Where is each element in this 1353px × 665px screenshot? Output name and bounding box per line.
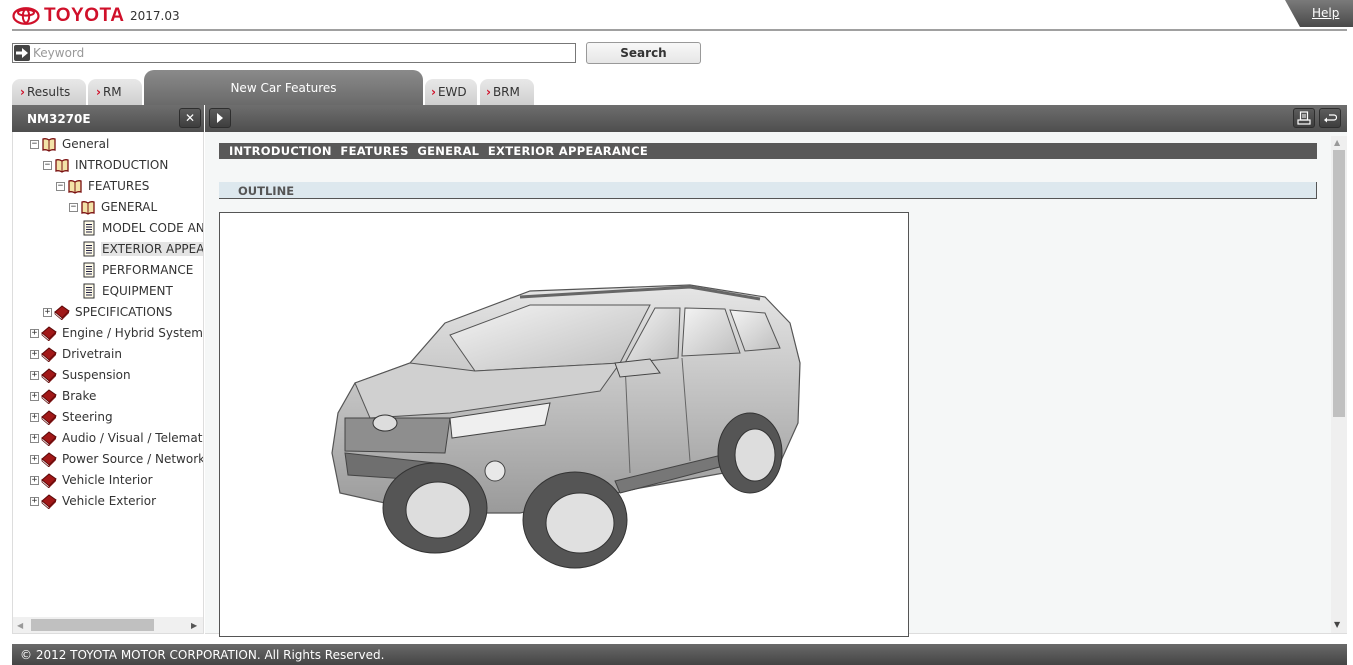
expand-toggle-icon[interactable]: + xyxy=(30,433,39,443)
expand-toggle-icon[interactable]: + xyxy=(43,307,52,317)
content-toolbar xyxy=(205,105,1347,132)
document-icon xyxy=(81,283,97,299)
tree-item-label: General xyxy=(62,137,110,151)
tree-item[interactable]: + Engine / Hybrid System xyxy=(30,324,203,342)
breadcrumb: INTRODUCTION FEATURES GENERAL EXTERIOR A… xyxy=(229,144,648,158)
expand-toggle-icon[interactable]: + xyxy=(30,475,39,485)
search-button[interactable]: Search xyxy=(586,42,701,64)
tree-item-label: Brake xyxy=(62,389,97,403)
tree-item[interactable]: − FEATURES xyxy=(56,177,150,195)
tree-horizontal-scroll-thumb[interactable] xyxy=(31,619,154,631)
tab-label: BRM xyxy=(492,85,520,99)
play-right-icon xyxy=(217,113,223,123)
closed-book-icon xyxy=(54,304,70,321)
tree-item[interactable]: + Steering xyxy=(30,408,114,426)
tree-item[interactable]: + Vehicle Exterior xyxy=(30,492,157,510)
tree-item-label: EXTERIOR APPEAR xyxy=(101,242,203,256)
closed-book-icon xyxy=(41,451,57,468)
help-link[interactable]: Help xyxy=(1312,6,1339,20)
expand-toggle-icon[interactable]: + xyxy=(30,391,39,401)
closed-book-icon xyxy=(41,430,57,447)
tree-item[interactable]: + Power Source / Network xyxy=(30,450,203,468)
tree-item-label: Drivetrain xyxy=(62,347,122,361)
tree-item-label: Vehicle Interior xyxy=(62,473,153,487)
scroll-left-icon[interactable]: ◀ xyxy=(17,621,23,630)
expand-toggle-icon[interactable]: + xyxy=(30,454,39,464)
tree-item[interactable]: + Drivetrain xyxy=(30,345,123,363)
tree-item[interactable]: MODEL CODE AND xyxy=(81,219,203,237)
tree-item-label: SPECIFICATIONS xyxy=(75,305,173,319)
tree-item[interactable]: + Vehicle Interior xyxy=(30,471,154,489)
tree-item[interactable]: EXTERIOR APPEAR xyxy=(81,240,203,258)
closed-book-icon xyxy=(41,493,57,510)
expand-toggle-icon[interactable]: + xyxy=(30,412,39,422)
tree-item[interactable]: + Brake xyxy=(30,387,97,405)
tree-item[interactable]: EQUIPMENT xyxy=(81,282,174,300)
return-button[interactable] xyxy=(1319,108,1341,128)
tree-item-label: MODEL CODE AND xyxy=(102,221,203,235)
tree-item[interactable]: − General xyxy=(30,135,110,153)
chevron-right-icon: › xyxy=(486,85,491,99)
tree-item[interactable]: − GENERAL xyxy=(69,198,158,216)
tree-item-label: EQUIPMENT xyxy=(102,284,173,298)
return-icon xyxy=(1324,114,1337,123)
tree-item[interactable]: PERFORMANCE xyxy=(81,261,194,279)
tree-item-label: Engine / Hybrid System xyxy=(62,326,203,340)
tree-rows: − General − INTRODUCTION − FEATURES − GENERAL MO… xyxy=(0,0,203,615)
header-divider xyxy=(12,29,1347,31)
collapse-toggle-icon[interactable]: − xyxy=(30,139,39,149)
tree-item[interactable]: + Suspension xyxy=(30,366,132,384)
document-icon xyxy=(81,262,97,278)
document-icon xyxy=(81,241,97,257)
tab-label: New Car Features xyxy=(230,81,337,95)
tree-item-label: Power Source / Network xyxy=(62,452,203,466)
tab-brm[interactable]: › BRM xyxy=(480,79,534,105)
tree-item-label: FEATURES xyxy=(88,179,150,193)
suv-illustration xyxy=(331,284,801,569)
closed-book-icon xyxy=(41,346,57,363)
tree-item-label: INTRODUCTION xyxy=(75,158,169,172)
tree-item-label: Suspension xyxy=(62,368,131,382)
tree-item-label: Audio / Visual / Telematic xyxy=(62,431,203,445)
tree-item[interactable]: + SPECIFICATIONS xyxy=(43,303,173,321)
tree-item-label: GENERAL xyxy=(101,200,158,214)
expand-panel-button[interactable] xyxy=(209,108,231,128)
tree-item[interactable]: − INTRODUCTION xyxy=(43,156,169,174)
section-header-bar xyxy=(219,182,1317,199)
tab-ewd[interactable]: › EWD xyxy=(425,79,477,105)
open-book-icon xyxy=(41,136,57,152)
copyright-text: © 2012 TOYOTA MOTOR CORPORATION. All Rig… xyxy=(20,648,385,662)
content-vertical-scroll-thumb[interactable] xyxy=(1333,150,1345,417)
closed-book-icon xyxy=(41,409,57,426)
tree-item-label: PERFORMANCE xyxy=(102,263,194,277)
expand-toggle-icon[interactable]: + xyxy=(30,370,39,380)
tree-item[interactable]: + Audio / Visual / Telematic xyxy=(30,429,203,447)
expand-toggle-icon[interactable]: + xyxy=(30,328,39,338)
section-title: OUTLINE xyxy=(238,184,295,198)
scroll-right-icon[interactable]: ▶ xyxy=(191,621,197,630)
tab-label: EWD xyxy=(437,85,467,99)
open-book-icon xyxy=(54,157,70,173)
chevron-right-icon: › xyxy=(431,85,436,99)
open-book-icon xyxy=(67,178,83,194)
tree-item-label: Steering xyxy=(62,410,113,424)
collapse-toggle-icon[interactable]: − xyxy=(56,181,65,191)
expand-toggle-icon[interactable]: + xyxy=(30,349,39,359)
closed-book-icon xyxy=(41,367,57,384)
print-icon xyxy=(1297,111,1311,125)
closed-book-icon xyxy=(41,388,57,405)
vehicle-figure xyxy=(219,212,909,637)
scroll-down-icon[interactable]: ▼ xyxy=(1334,620,1340,629)
document-icon xyxy=(81,220,97,236)
print-button[interactable] xyxy=(1293,108,1315,128)
closed-book-icon xyxy=(41,325,57,342)
open-book-icon xyxy=(80,199,96,215)
collapse-toggle-icon[interactable]: − xyxy=(69,202,78,212)
tree-item-label: Vehicle Exterior xyxy=(62,494,157,508)
expand-toggle-icon[interactable]: + xyxy=(30,496,39,506)
closed-book-icon xyxy=(41,472,57,489)
collapse-toggle-icon[interactable]: − xyxy=(43,160,52,170)
scroll-up-icon[interactable]: ▲ xyxy=(1334,138,1340,147)
